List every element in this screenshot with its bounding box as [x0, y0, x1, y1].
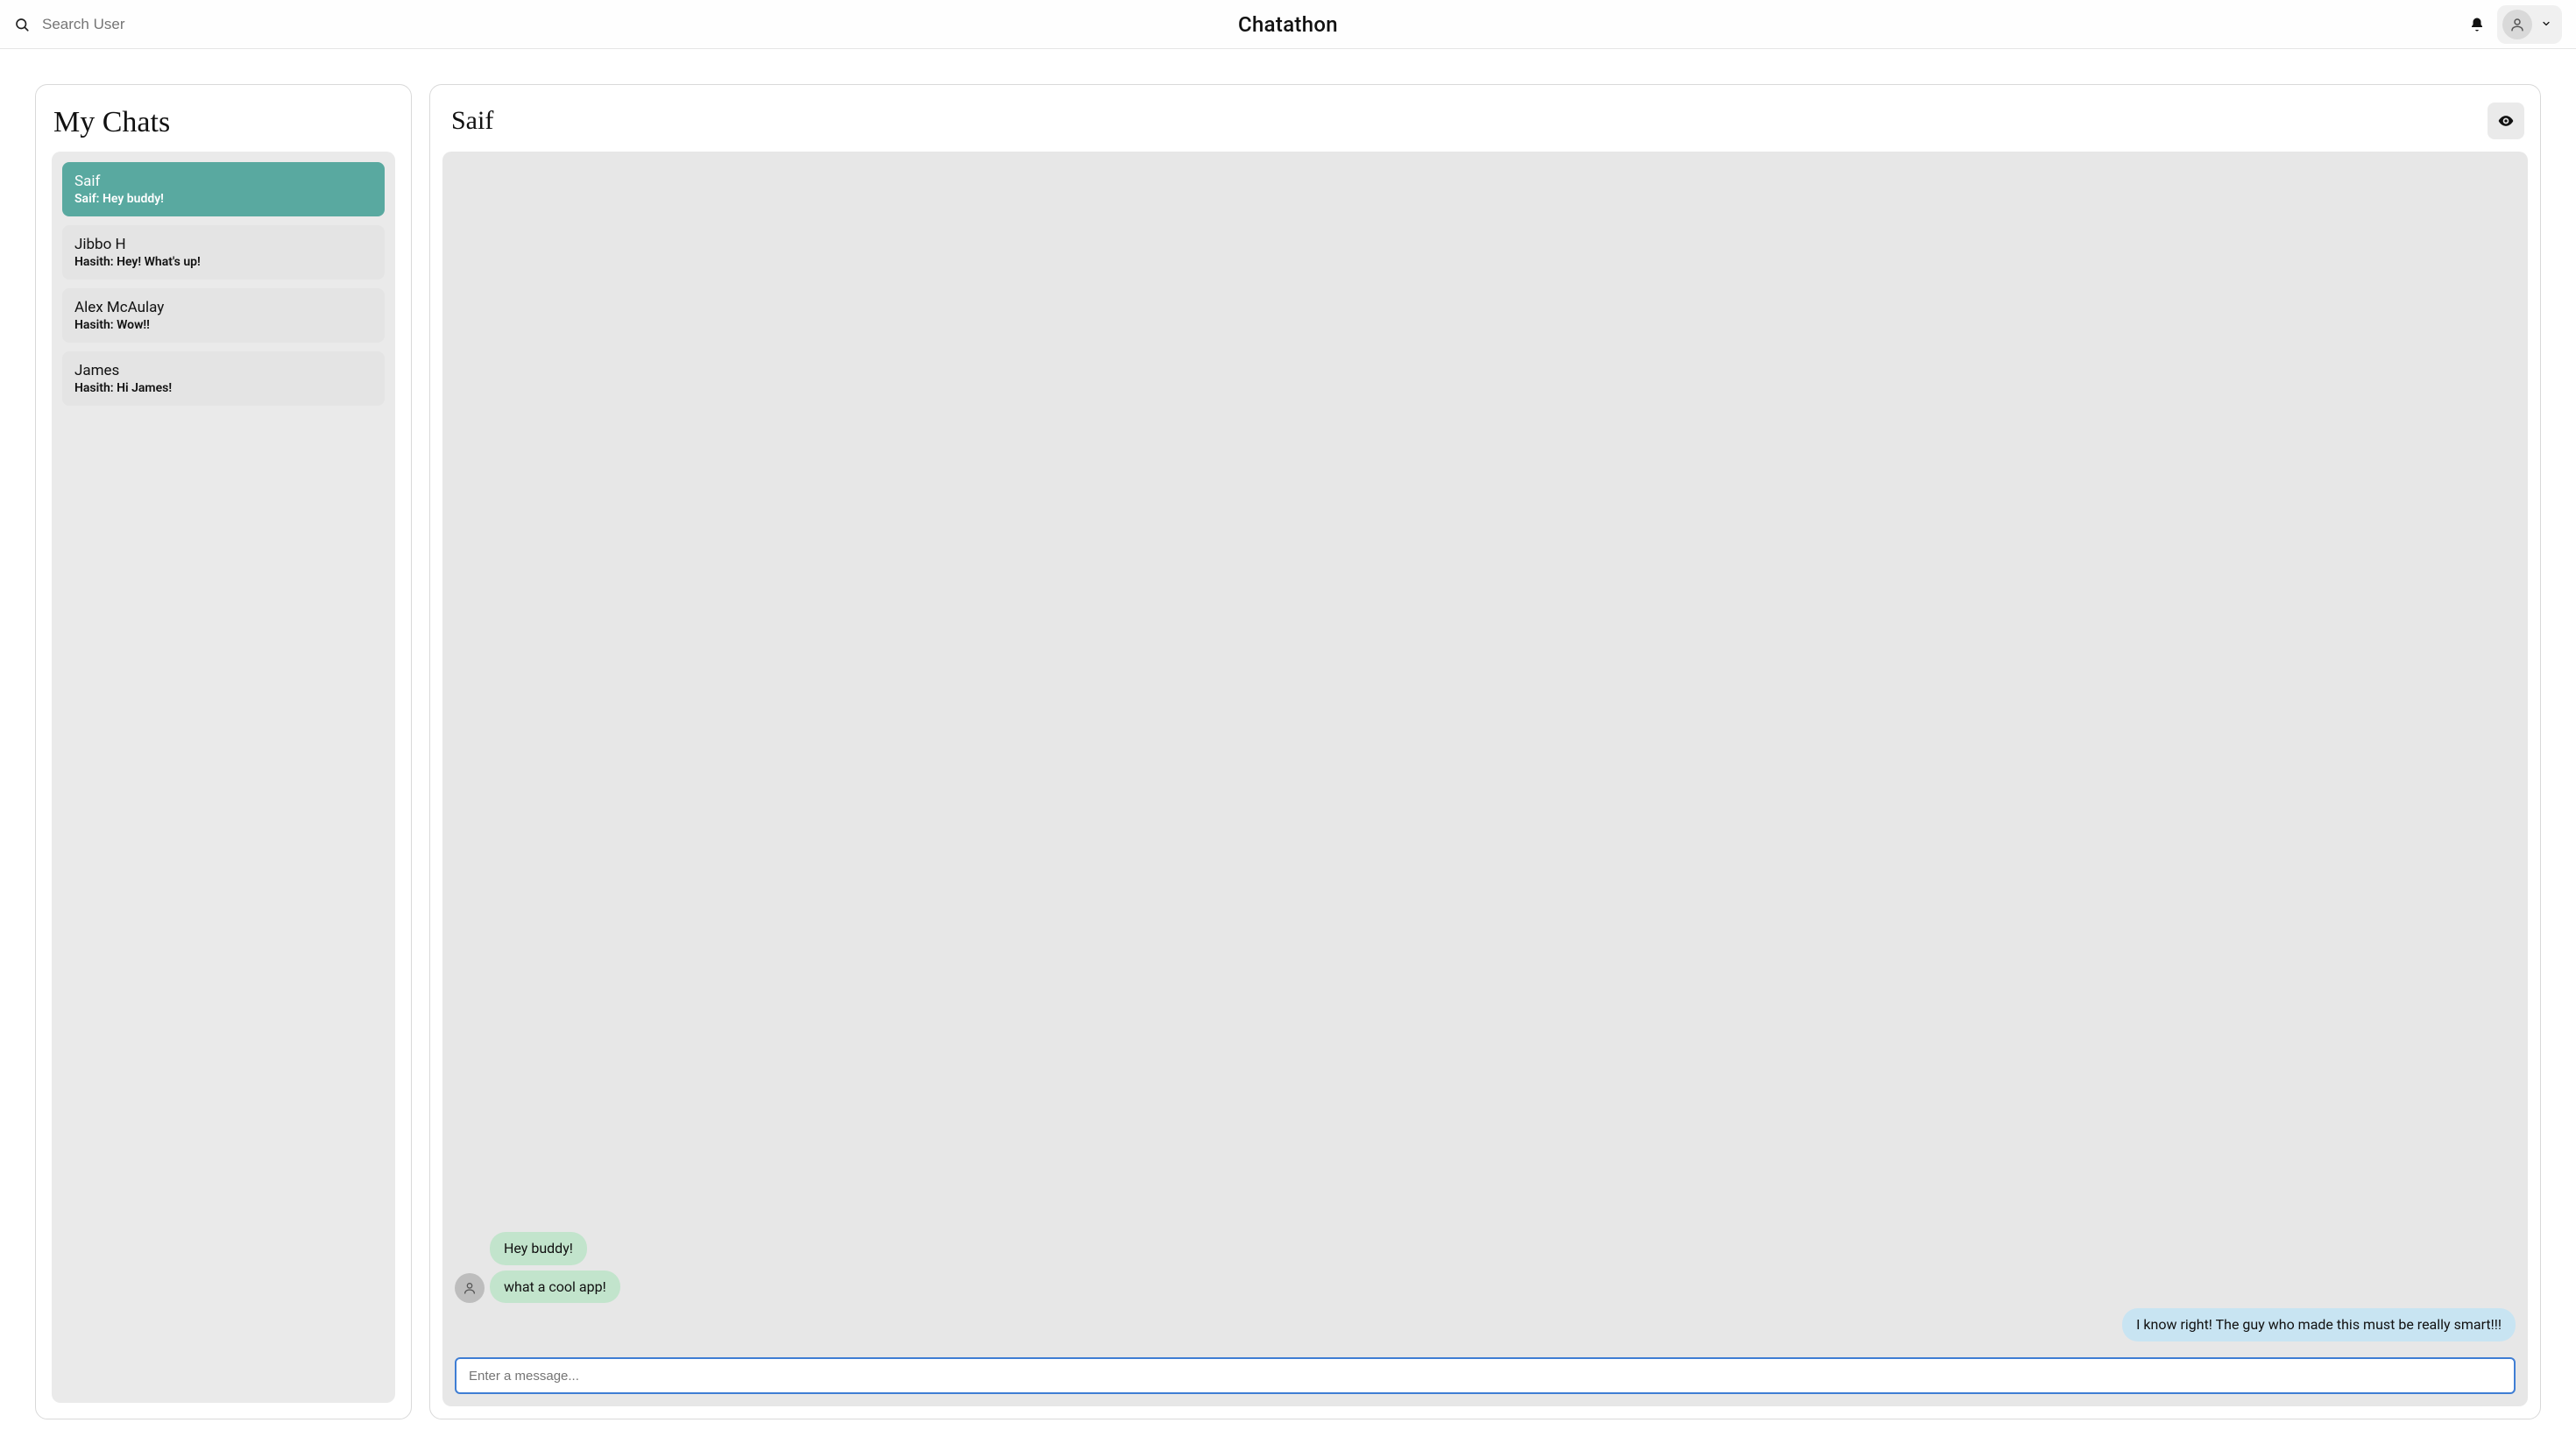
message-bubble: Hey buddy! — [490, 1232, 587, 1265]
chat-list-item[interactable]: Saif Saif: Hey buddy! — [62, 162, 385, 216]
search-input[interactable] — [42, 16, 305, 33]
chats-panel: My Chats Saif Saif: Hey buddy! Jibbo H Hasi… — [35, 84, 412, 1419]
topbar: Chatathon — [0, 0, 2576, 49]
user-menu[interactable] — [2497, 5, 2562, 44]
conversation-name: Saif — [451, 106, 493, 136]
chat-list-item[interactable]: Jibbo H Hasith: Hey! What's up! — [62, 225, 385, 280]
chat-item-name: Alex McAulay — [74, 299, 372, 316]
chat-item-preview: Hasith: Wow!! — [74, 318, 372, 332]
message-bubble: I know right! The guy who made this must… — [2122, 1308, 2516, 1341]
composer — [455, 1357, 2516, 1394]
conversation-header: Saif — [442, 97, 2528, 152]
chat-item-name: James — [74, 362, 372, 379]
search-area — [14, 16, 305, 33]
topbar-right — [2469, 5, 2562, 44]
message-row: what a cool app! — [455, 1271, 2516, 1304]
chat-item-name: Jibbo H — [74, 236, 372, 253]
conversation-body: Hey buddy! what a cool app! I know right! … — [442, 152, 2528, 1406]
chats-title: My Chats — [53, 106, 393, 139]
conversation-panel: Saif Hey buddy! what a cool app! I know ri… — [429, 84, 2541, 1419]
chat-item-name: Saif — [74, 173, 372, 190]
search-icon — [14, 17, 30, 32]
eye-icon — [2497, 112, 2515, 130]
chat-list: Saif Saif: Hey buddy! Jibbo H Hasith: Hey! … — [52, 152, 395, 1403]
main-area: My Chats Saif Saif: Hey buddy! Jibbo H Hasi… — [0, 49, 2576, 1437]
message-bubble: what a cool app! — [490, 1271, 620, 1304]
chat-item-preview: Saif: Hey buddy! — [74, 192, 372, 206]
avatar-spacer — [455, 1235, 485, 1265]
chat-list-item[interactable]: James Hasith: Hi James! — [62, 351, 385, 406]
chevron-down-icon — [2541, 16, 2551, 32]
current-user-avatar — [2502, 10, 2532, 39]
message-row: Hey buddy! — [455, 1232, 2516, 1265]
bell-icon[interactable] — [2469, 17, 2485, 32]
app-title: Chatathon — [1238, 12, 1338, 37]
chat-list-item[interactable]: Alex McAulay Hasith: Wow!! — [62, 288, 385, 343]
chat-item-preview: Hasith: Hi James! — [74, 381, 372, 395]
chat-item-preview: Hasith: Hey! What's up! — [74, 255, 372, 269]
message-list: Hey buddy! what a cool app! I know right! … — [455, 164, 2516, 1350]
message-input[interactable] — [455, 1357, 2516, 1394]
view-button[interactable] — [2488, 103, 2524, 139]
sender-avatar — [455, 1273, 485, 1303]
message-row: I know right! The guy who made this must… — [455, 1308, 2516, 1341]
